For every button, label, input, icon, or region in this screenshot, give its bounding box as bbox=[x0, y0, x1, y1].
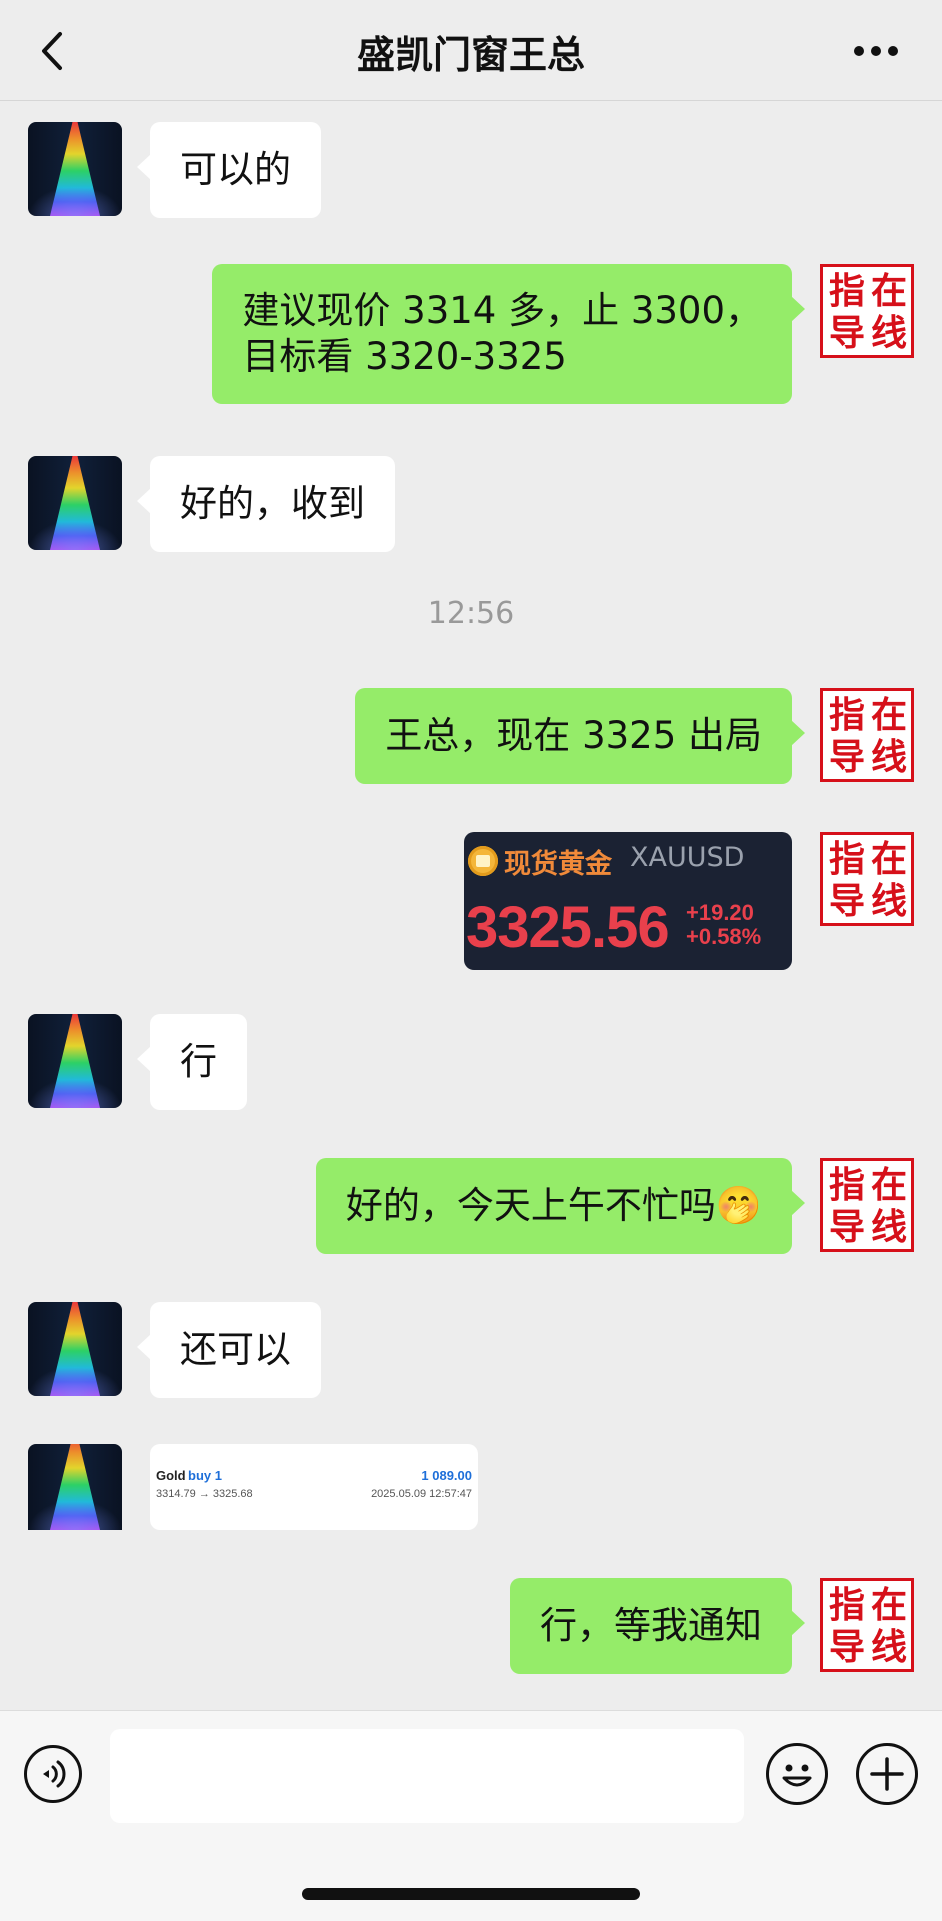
trade-instrument: Gold bbox=[156, 1468, 186, 1483]
stamp-char: 导 bbox=[828, 312, 865, 354]
message-line: 目标看 3320-3325 bbox=[242, 335, 567, 378]
quote-price: 3325.56 bbox=[466, 895, 670, 960]
more-dots-icon bbox=[888, 46, 898, 56]
stamp-char: 导 bbox=[828, 1626, 865, 1668]
my-avatar-stamp[interactable]: 指 在 导 线 bbox=[820, 1158, 914, 1252]
message-input[interactable] bbox=[110, 1729, 744, 1823]
incoming-message[interactable]: 可以的 bbox=[137, 122, 321, 218]
stamp-char: 指 bbox=[828, 838, 865, 880]
stamp-char: 指 bbox=[828, 1164, 865, 1206]
stamp-char: 线 bbox=[870, 880, 907, 922]
more-dots-icon bbox=[871, 46, 881, 56]
stamp-char: 导 bbox=[828, 1206, 865, 1248]
my-avatar-stamp[interactable]: 指 在 导 线 bbox=[820, 688, 914, 782]
message-line: 建议现价 3314 多，止 3300， bbox=[242, 289, 762, 332]
more-dots-icon bbox=[854, 46, 864, 56]
contact-avatar[interactable] bbox=[28, 122, 122, 216]
stamp-char: 线 bbox=[870, 1206, 907, 1248]
voice-icon bbox=[43, 1760, 66, 1788]
gold-quote-card[interactable]: 现货黄金 XAUUSD 3325.56 +19.20 +0.58% bbox=[464, 832, 792, 970]
outgoing-message[interactable]: 王总，现在 3325 出局 bbox=[355, 688, 805, 784]
incoming-message[interactable]: 还可以 bbox=[137, 1302, 321, 1398]
emoji-hand-over-mouth-icon: 🤭 bbox=[715, 1184, 762, 1227]
message-text: 好的，今天上午不忙吗 bbox=[345, 1184, 716, 1227]
more-button[interactable] bbox=[854, 46, 898, 58]
stamp-char: 在 bbox=[870, 270, 907, 312]
stamp-char: 导 bbox=[828, 736, 865, 778]
chat-title: 盛凯门窗王总 bbox=[356, 33, 585, 77]
gold-coin-icon bbox=[468, 846, 498, 876]
stamp-char: 线 bbox=[870, 736, 907, 778]
stamp-char: 在 bbox=[870, 1164, 907, 1206]
outgoing-message[interactable]: 建议现价 3314 多，止 3300， 目标看 3320-3325 bbox=[212, 264, 805, 404]
contact-avatar[interactable] bbox=[28, 1014, 122, 1108]
emoji-button[interactable] bbox=[766, 1743, 828, 1805]
stamp-char: 指 bbox=[828, 270, 865, 312]
my-avatar-stamp[interactable]: 指 在 导 线 bbox=[820, 1578, 914, 1672]
trade-direction: buy 1 bbox=[188, 1468, 222, 1483]
stamp-char: 指 bbox=[828, 1584, 865, 1626]
chat-header: 盛凯门窗王总 bbox=[0, 0, 942, 101]
stamp-char: 线 bbox=[870, 312, 907, 354]
stamp-char: 指 bbox=[828, 694, 865, 736]
stamp-char: 导 bbox=[828, 880, 865, 922]
contact-avatar[interactable] bbox=[28, 1302, 122, 1396]
plus-button[interactable] bbox=[856, 1743, 918, 1805]
incoming-message[interactable]: 好的，收到 bbox=[137, 456, 395, 552]
contact-avatar[interactable] bbox=[28, 456, 122, 550]
quote-symbol: XAUUSD bbox=[630, 842, 745, 873]
message-list: 可以的 建议现价 3314 多，止 3300， 目标看 3320-3325 指 … bbox=[0, 100, 942, 1710]
incoming-message[interactable]: 行 bbox=[137, 1014, 247, 1110]
emoji-icon bbox=[782, 1764, 812, 1787]
outgoing-message[interactable]: 行，等我通知 bbox=[510, 1578, 805, 1674]
quote-change: +19.20 bbox=[686, 900, 754, 925]
stamp-char: 在 bbox=[870, 694, 907, 736]
trade-screenshot-card[interactable]: Gold buy 1 1 089.00 3314.79 → 3325.68 20… bbox=[150, 1444, 478, 1530]
my-avatar-stamp[interactable]: 指 在 导 线 bbox=[820, 264, 914, 358]
trade-time: 2025.05.09 12:57:47 bbox=[371, 1488, 472, 1500]
my-avatar-stamp[interactable]: 指 在 导 线 bbox=[820, 832, 914, 926]
trade-profit: 1 089.00 bbox=[421, 1468, 472, 1483]
outgoing-message[interactable]: 好的，今天上午不忙吗🤭 bbox=[315, 1158, 806, 1254]
quote-change-percent: +0.58% bbox=[686, 924, 762, 949]
contact-avatar[interactable] bbox=[28, 1444, 122, 1530]
quote-name: 现货黄金 bbox=[504, 849, 612, 880]
trade-prices: 3314.79 → 3325.68 bbox=[156, 1488, 253, 1500]
home-indicator[interactable] bbox=[302, 1888, 640, 1900]
time-divider: 12:56 bbox=[427, 596, 515, 631]
stamp-char: 在 bbox=[870, 1584, 907, 1626]
plus-icon bbox=[870, 1757, 904, 1791]
stamp-char: 线 bbox=[870, 1626, 907, 1668]
voice-button[interactable] bbox=[24, 1745, 82, 1803]
stamp-char: 在 bbox=[870, 838, 907, 880]
